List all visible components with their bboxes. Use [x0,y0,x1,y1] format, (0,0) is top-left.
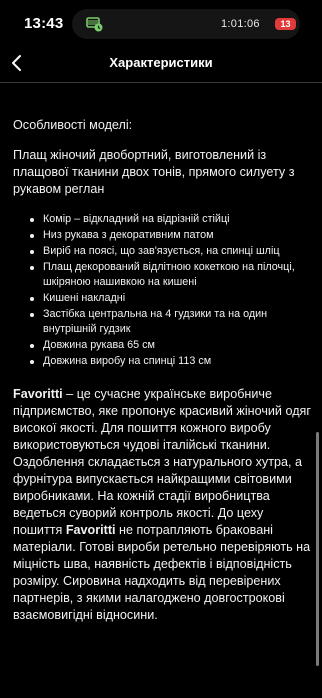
brand-name: Favoritti [13,387,63,401]
status-bar: 13:43 1:01:06 13 [0,0,322,44]
status-time: 13:43 [24,15,64,32]
list-item: Низ рукава з декоративним патом [30,228,313,243]
brand-description: Favoritti – це сучасне українське виробн… [13,386,313,624]
model-description: Плащ жіночий двобортний, виготовлений із… [13,148,295,196]
section-title: Особливості моделі: [13,118,133,132]
list-item: Довжина рукава 65 см [30,338,313,353]
brand-text-part-2: не потрапляють браковані матеріали. Гото… [13,523,311,622]
list-item: Кишені накладні [30,291,313,306]
characteristics-content: Особливості моделі: Плащ жіночий двоборт… [13,117,313,624]
header-divider [0,82,322,83]
list-item: Комір – відкладний на відрізній стійці [30,212,313,227]
dynamic-island[interactable]: 1:01:06 [72,9,300,39]
page-title: Характеристики [109,55,213,70]
list-item: Виріб на поясі, що зав'язується, на спин… [30,244,313,259]
nav-bar: Характеристики [0,44,322,82]
scrollbar[interactable] [316,432,319,666]
brand-name-2: Favoritti [65,523,116,537]
list-item: Довжина виробу на спинці 113 см [30,354,313,369]
brand-text-part-1: – це сучасне українське виробниче підпри… [13,387,311,537]
battery-badge: 13 [275,18,296,30]
features-list: Комір – відкладний на відрізній стійці Н… [13,212,313,369]
list-item: Плащ декорований відлітною кокеткою на п… [30,260,313,290]
list-item: Застібка центральна на 4 гудзики та на о… [30,307,313,337]
recording-timer: 1:01:06 [221,18,260,30]
screen-recording-icon [86,17,103,32]
